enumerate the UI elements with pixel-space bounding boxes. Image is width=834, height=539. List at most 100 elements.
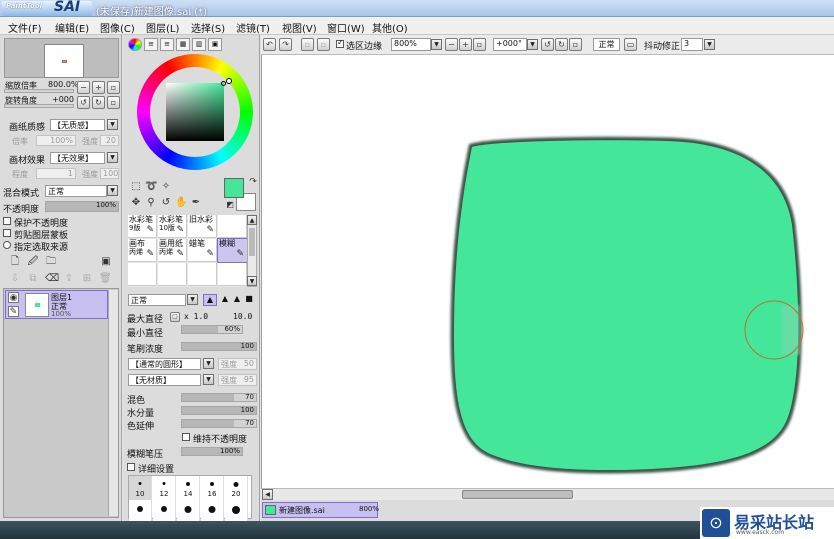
palette-tab-icon[interactable]: ▥ bbox=[192, 38, 206, 51]
stabilizer-field[interactable]: 3 bbox=[681, 38, 703, 51]
zoom-slider[interactable] bbox=[4, 89, 74, 93]
brush-texture-select[interactable]: 【无材质】 bbox=[128, 374, 201, 386]
selection-source-radio[interactable] bbox=[3, 241, 11, 249]
opacity-slider[interactable]: 100% bbox=[45, 201, 119, 212]
canvas-zoom-out-button[interactable]: − bbox=[445, 38, 458, 51]
hscroll-thumb[interactable] bbox=[462, 490, 573, 499]
menu-filter[interactable]: 滤镜(T) bbox=[236, 20, 270, 35]
brush-shape-strength[interactable]: 强度 50 bbox=[218, 358, 257, 370]
brush-texture-dropdown[interactable]: ▼ bbox=[203, 374, 214, 385]
transfer-icon[interactable]: ⇪ bbox=[63, 273, 75, 285]
scroll-left-icon[interactable]: ◀ bbox=[262, 489, 273, 500]
saturation-value-square[interactable] bbox=[166, 83, 224, 141]
layer-visibility-eye-icon[interactable]: ◉ bbox=[8, 292, 19, 303]
protect-alpha-checkbox[interactable] bbox=[3, 217, 11, 225]
paper-effect-select[interactable]: 【无效果】 bbox=[50, 152, 105, 164]
size-preset-16[interactable]: 16 bbox=[201, 476, 224, 500]
menu-view[interactable]: 视图(V) bbox=[282, 20, 317, 35]
deselect-icon[interactable]: ▫ bbox=[301, 38, 314, 51]
new-layer-icon[interactable]: 🗋 bbox=[9, 256, 21, 268]
layer-list-scrollbar[interactable] bbox=[108, 290, 118, 516]
brush-shape-flat-icon[interactable]: ▲ bbox=[231, 294, 243, 306]
merge-down-icon[interactable]: ⇩ bbox=[9, 273, 21, 285]
copy-layer-icon[interactable]: ⧉ bbox=[27, 273, 39, 285]
zoom-out-button[interactable]: − bbox=[77, 81, 90, 94]
max-diameter-multiplier[interactable]: x 1.0 bbox=[184, 312, 208, 321]
size-preset-12[interactable]: 12 bbox=[153, 476, 176, 500]
blend-mode-select[interactable]: 正常 bbox=[45, 185, 107, 197]
angle-dropdown[interactable]: ▼ bbox=[527, 39, 538, 50]
brush-blur[interactable]: 模糊 ✎ bbox=[217, 238, 248, 263]
blur-pressure-slider[interactable]: 100% bbox=[181, 447, 243, 456]
hand-icon[interactable]: ✋ bbox=[175, 197, 187, 209]
new-linework-layer-icon[interactable]: 🖉 bbox=[27, 256, 39, 268]
zoom-value[interactable]: 800.0% bbox=[48, 80, 79, 89]
color-wheel[interactable] bbox=[137, 54, 253, 170]
swatch-tab-icon[interactable]: ▦ bbox=[176, 38, 190, 51]
brush-mode-dropdown[interactable]: ▼ bbox=[187, 294, 198, 305]
rect-select-icon[interactable]: ⬚ bbox=[130, 181, 142, 193]
effect-strength-field[interactable]: 100 bbox=[100, 168, 119, 179]
sv-marker[interactable] bbox=[221, 81, 226, 86]
canvas-zoom-in-button[interactable]: + bbox=[459, 38, 472, 51]
scroll-down-icon[interactable]: ▼ bbox=[247, 276, 257, 286]
rotate-tool-icon[interactable]: ↺ bbox=[160, 197, 172, 209]
scroll-thumb[interactable] bbox=[249, 228, 255, 256]
stabilizer-dropdown[interactable]: ▼ bbox=[704, 39, 715, 50]
eyedropper-icon[interactable]: ✒ bbox=[190, 197, 202, 209]
brush-shape-dropdown[interactable]: ▼ bbox=[203, 358, 214, 369]
view-mode-field[interactable]: 正常 bbox=[593, 38, 620, 51]
max-diameter-lock-icon[interactable]: ▢ bbox=[170, 312, 180, 322]
brush-empty-slot[interactable] bbox=[128, 263, 157, 286]
brush-crayon[interactable]: 蜡笔 ✎ bbox=[188, 239, 217, 262]
foreground-color-swatch[interactable] bbox=[224, 178, 244, 198]
layer-mask-icon[interactable]: ▣ bbox=[100, 256, 112, 268]
zoom-field[interactable]: 800% bbox=[391, 38, 431, 51]
menu-other[interactable]: 其他(O) bbox=[372, 20, 408, 35]
brush-empty-slot[interactable] bbox=[218, 215, 247, 238]
hsv-slider-tab-icon[interactable]: ≡ bbox=[160, 38, 174, 51]
scratchpad-tab-icon[interactable]: ▣ bbox=[208, 38, 222, 51]
brush-empty-slot[interactable] bbox=[188, 263, 217, 286]
flip-view-button[interactable]: ▭ bbox=[624, 38, 637, 51]
navigator-preview[interactable] bbox=[4, 38, 119, 78]
paper-strength-field[interactable]: 20 bbox=[100, 135, 119, 146]
brush-shape-round-icon[interactable]: ▲ bbox=[219, 294, 231, 306]
clear-layer-icon[interactable]: ⌫ bbox=[45, 273, 59, 285]
magic-wand-icon[interactable]: ✧ bbox=[160, 181, 172, 193]
brush-canvas-acrylic[interactable]: 画布 丙烯 ✎ bbox=[128, 239, 157, 262]
layer-edit-pen-icon[interactable]: ✎ bbox=[8, 306, 19, 317]
brush-paper-acrylic[interactable]: 画用纸 丙烯 ✎ bbox=[158, 239, 187, 262]
menu-file[interactable]: 文件(F) bbox=[8, 20, 42, 35]
brush-grid-scrollbar[interactable]: ▲ ▼ bbox=[247, 215, 257, 287]
menu-select[interactable]: 选择(S) bbox=[191, 20, 225, 35]
rotate-left-button[interactable]: ↺ bbox=[77, 96, 90, 109]
undo-icon[interactable]: ↶ bbox=[263, 38, 276, 51]
menu-edit[interactable]: 编辑(E) bbox=[55, 20, 89, 35]
invert-selection-icon[interactable]: ▫ bbox=[317, 38, 330, 51]
canvas-rotate-right-button[interactable]: ↻ bbox=[555, 38, 568, 51]
canvas-hscrollbar[interactable]: ◀ bbox=[261, 488, 834, 500]
selection-edge-checkbox[interactable] bbox=[336, 38, 344, 48]
delete-layer-icon[interactable]: 🗑 bbox=[99, 273, 112, 285]
canvas-rotate-reset-button[interactable]: ▫ bbox=[569, 38, 582, 51]
menu-window[interactable]: 窗口(W) bbox=[327, 20, 365, 35]
brush-mode-select[interactable]: 正常 bbox=[128, 294, 186, 306]
drawing-canvas[interactable] bbox=[261, 55, 834, 488]
brush-shape-select[interactable]: 【通常的圆形】 bbox=[128, 358, 201, 370]
paper-scale-field[interactable]: 100% bbox=[36, 135, 76, 146]
scroll-up-icon[interactable]: ▲ bbox=[247, 215, 257, 225]
angle-field[interactable]: +000° bbox=[493, 38, 527, 51]
layer-row[interactable]: ◉ ✎ 图层1 正常 100% bbox=[5, 290, 108, 319]
merge-icon[interactable]: ⊞ bbox=[81, 273, 93, 285]
paper-effect-dropdown[interactable]: ▼ bbox=[107, 152, 118, 163]
blend-slider[interactable]: 70 bbox=[181, 393, 257, 402]
hue-marker[interactable] bbox=[226, 78, 232, 84]
brush-texture-strength[interactable]: 强度 95 bbox=[218, 374, 257, 386]
angle-value[interactable]: +000 bbox=[52, 95, 74, 104]
keep-opacity-checkbox[interactable] bbox=[182, 433, 190, 441]
zoom-in-button[interactable]: + bbox=[92, 81, 105, 94]
size-preset-10[interactable]: 10 bbox=[129, 476, 152, 500]
document-tab[interactable]: 新建图像.sai 800% bbox=[262, 502, 379, 518]
rgb-slider-tab-icon[interactable]: ≡ bbox=[144, 38, 158, 51]
